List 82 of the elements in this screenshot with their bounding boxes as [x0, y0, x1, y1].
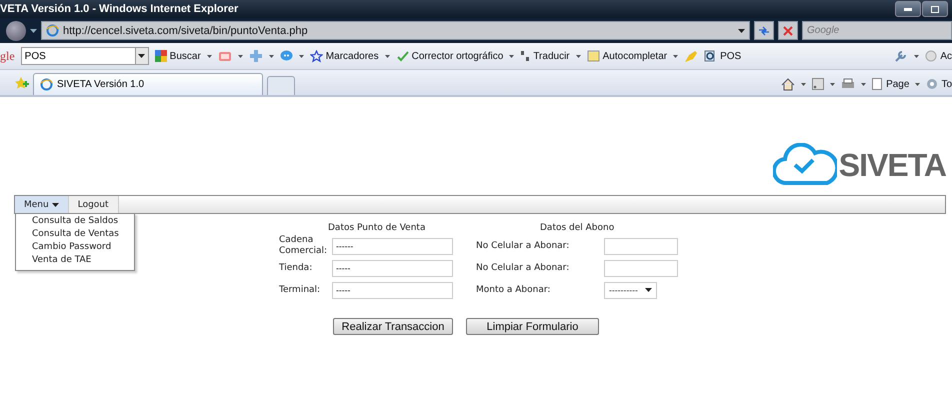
tools-menu-button[interactable]: To [926, 78, 952, 90]
wrench-icon[interactable] [894, 50, 908, 62]
field-label: No Celular a Abonar: [476, 240, 570, 252]
checkmark-icon [396, 50, 409, 62]
dropdown-button[interactable] [134, 47, 149, 65]
account-button[interactable]: Ac [925, 50, 952, 62]
translate-button[interactable]: Traducir [520, 50, 570, 62]
field-label: Terminal: [279, 284, 322, 296]
dropdown-arrow-icon[interactable] [268, 54, 274, 58]
text-field[interactable]: ----- [332, 282, 453, 298]
dropdown-arrow-icon [138, 54, 146, 58]
dropdown-arrow-icon[interactable] [238, 54, 243, 58]
menu-button[interactable]: Menu [15, 196, 69, 213]
dropdown-arrow-icon [645, 288, 652, 292]
browser-tab[interactable]: SIVETA Versión 1.0 [33, 73, 263, 95]
menu-item[interactable]: Consulta de Ventas [16, 228, 134, 241]
menu-button[interactable]: Logout [68, 196, 119, 213]
dropdown-arrow-icon[interactable] [576, 54, 581, 58]
section-title: Datos del Abono [539, 222, 616, 234]
field-label: Monto a Abonar: [476, 284, 552, 296]
minimize-icon [904, 8, 912, 10]
dropdown-arrow-icon[interactable] [801, 82, 806, 86]
select-field[interactable]: ---------- [604, 282, 657, 298]
browser-icon [46, 24, 59, 37]
autofill-button[interactable]: Autocompletar [586, 50, 668, 62]
browser-icon [40, 78, 53, 91]
dropdown-arrow-icon[interactable] [384, 54, 390, 58]
dropdown-arrow-icon[interactable] [861, 82, 866, 86]
text-field[interactable] [604, 260, 678, 276]
refresh-icon [758, 26, 770, 36]
page-icon [872, 78, 884, 90]
clear-button[interactable]: Limpiar Formulario [466, 318, 599, 335]
dropdown-arrow-icon[interactable] [509, 54, 514, 58]
spellcheck-button[interactable]: Corrector ortográfico [396, 50, 504, 62]
note-icon [586, 50, 600, 62]
settings-icon [926, 78, 938, 90]
window-title: VETA Versión 1.0 - Windows Internet Explorer [0, 3, 238, 15]
address-field[interactable]: http://cencel.siveta.com/siveta/bin/puntoVenta.php [41, 21, 750, 40]
add-favorite-icon[interactable] [14, 76, 29, 90]
home-icon[interactable] [781, 78, 796, 90]
dropdown-arrow-icon[interactable] [915, 82, 920, 86]
printer-icon[interactable] [841, 78, 856, 90]
caret-icon [52, 202, 59, 206]
menu-item[interactable]: Cambio Password [16, 241, 134, 254]
menu-item[interactable]: Consulta de Saldos [16, 215, 134, 228]
bookmarks-button[interactable]: Marcadores [310, 50, 379, 62]
text-field[interactable]: ------ [332, 238, 453, 254]
search-button[interactable]: Buscar [154, 50, 201, 62]
dropdown-arrow-icon[interactable] [673, 54, 678, 58]
maximize-button[interactable] [922, 1, 948, 17]
refresh-button[interactable] [754, 21, 774, 40]
page-menu-button[interactable]: Page [872, 78, 910, 90]
back-button[interactable] [6, 20, 26, 40]
minimize-button[interactable] [895, 1, 921, 17]
dropdown-arrow-icon[interactable] [206, 54, 212, 58]
dropdown-arrow-icon[interactable] [830, 82, 836, 86]
stop-button[interactable] [778, 21, 798, 40]
history-caret-icon [30, 28, 37, 32]
dropdown-arrow-icon[interactable] [298, 54, 304, 58]
close-icon [783, 26, 793, 36]
section-title: Datos Punto de Venta [327, 222, 426, 234]
search-field[interactable]: Google [802, 21, 952, 40]
chat-icon[interactable] [280, 50, 293, 62]
text-field[interactable]: ----- [332, 260, 453, 276]
squares-icon [154, 50, 167, 62]
field-label: Cadena Comercial: [279, 235, 328, 257]
submit-button[interactable]: Realizar Transaccion [333, 318, 453, 335]
feed-icon[interactable] [812, 78, 824, 90]
text-field[interactable] [604, 238, 678, 254]
circle-icon [925, 50, 938, 62]
field-label: Tienda: [279, 262, 314, 274]
site-logo: SIVETA [772, 143, 946, 187]
toolbar-search-field[interactable]: POS [20, 47, 135, 65]
menu-item[interactable]: Venta de TAE [16, 254, 134, 267]
find-button[interactable]: POS [704, 50, 742, 62]
field-label: No Celular a Abonar: [476, 262, 570, 274]
magnifier-icon [704, 50, 718, 62]
toolbar-logo: gle [0, 48, 15, 64]
dropdown-arrow-icon [738, 28, 745, 32]
dropdown-arrow-icon[interactable] [914, 54, 920, 58]
star-icon [310, 50, 323, 62]
maximize-icon [931, 6, 939, 12]
